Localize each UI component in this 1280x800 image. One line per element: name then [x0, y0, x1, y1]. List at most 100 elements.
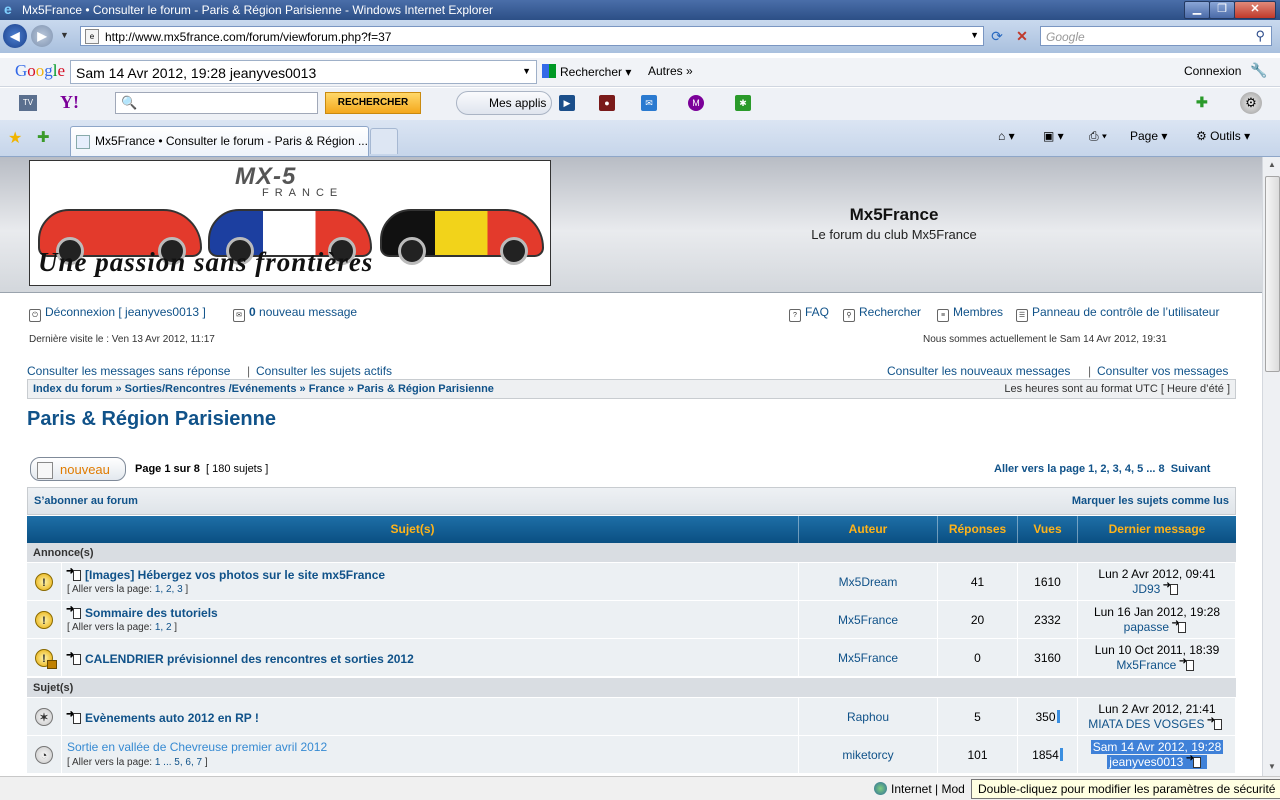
feeds-icon[interactable]: ▣ ▾: [1043, 129, 1064, 143]
window-titlebar: e Mx5France • Consulter le forum - Paris…: [0, 0, 1280, 20]
yahoo-logo[interactable]: Y!: [60, 92, 79, 113]
members-link[interactable]: ≡ Membres: [937, 305, 1003, 322]
topic-author[interactable]: Mx5France: [799, 639, 938, 677]
pagination[interactable]: Aller vers la page 1, 2, 3, 4, 5 ... 8 S…: [994, 463, 1210, 475]
subscribe-link[interactable]: S’abonner au forum: [34, 495, 138, 507]
wrench-icon[interactable]: 🔧: [1250, 62, 1267, 79]
topic-title[interactable]: Sortie en vallée de Chevreuse premier av…: [67, 740, 327, 754]
search-icon: 🔍: [121, 95, 138, 110]
unanswered-posts-link[interactable]: Consulter les messages sans réponse: [27, 364, 230, 378]
video-icon[interactable]: ▶: [559, 95, 575, 111]
forum-actions-bar: S’abonner au forum Marquer les sujets co…: [27, 487, 1236, 515]
chevron-down-icon[interactable]: ▼: [970, 30, 979, 40]
add-favorites-icon[interactable]: ✚: [37, 128, 50, 146]
view-latest-icon[interactable]: [1179, 656, 1194, 671]
view-latest-icon[interactable]: [1163, 580, 1178, 595]
site-description: Le forum du club Mx5France: [811, 227, 977, 242]
history-dropdown-icon[interactable]: ▼: [60, 30, 69, 40]
messenger-icon[interactable]: M: [688, 95, 704, 111]
mail-icon[interactable]: ✉: [641, 95, 657, 111]
site-logo[interactable]: MX-5 FRANCE Une passion sans frontières: [29, 160, 551, 286]
your-posts-link[interactable]: Consulter vos messages: [1097, 364, 1228, 378]
table-row: ! Sommaire des tutoriels [ Aller vers la…: [27, 601, 1236, 639]
tools-menu[interactable]: ⚙ Outils ▾: [1196, 129, 1250, 143]
google-more-button[interactable]: Autres »: [648, 64, 693, 78]
search-link[interactable]: ⚲ Rechercher: [843, 305, 921, 322]
scroll-up-icon[interactable]: ▲: [1264, 157, 1280, 173]
breadcrumb[interactable]: Index du forum » Sorties/Rencontres /Evé…: [33, 383, 494, 395]
scroll-down-icon[interactable]: ▼: [1264, 759, 1280, 775]
topic-title[interactable]: Sommaire des tutoriels: [66, 604, 218, 620]
faq-link[interactable]: ? FAQ: [789, 305, 829, 322]
view-latest-icon[interactable]: [1171, 618, 1187, 633]
mark-read-link[interactable]: Marquer les sujets comme lus: [1072, 495, 1229, 507]
page-menu[interactable]: Page ▾: [1130, 129, 1167, 143]
address-bar[interactable]: e http://www.mx5france.com/forum/viewfor…: [80, 26, 984, 46]
logout-link[interactable]: ⏻ Déconnexion [ jeanyves0013 ]: [29, 305, 206, 322]
google-search-button[interactable]: Rechercher ▾: [542, 64, 631, 79]
minimize-button[interactable]: ▁: [1184, 1, 1210, 19]
forum-title[interactable]: Paris & Région Parisienne: [27, 408, 276, 431]
topic-pagination[interactable]: [ Aller vers la page: 1 ... 5, 6, 7 ]: [67, 757, 208, 768]
navigation-bar: ◀ ▶ ▼ e http://www.mx5france.com/forum/v…: [0, 20, 1280, 53]
tv-icon[interactable]: TV: [19, 95, 37, 111]
favorites-star-icon[interactable]: ★: [8, 128, 22, 148]
site-header: MX-5 FRANCE Une passion sans frontières …: [0, 157, 1262, 293]
vertical-scrollbar[interactable]: ▲ ▼: [1262, 157, 1280, 776]
topic-title[interactable]: Evènements auto 2012 en RP !: [66, 709, 259, 725]
back-button[interactable]: ◀: [3, 24, 27, 48]
active-topics-link[interactable]: Consulter les sujets actifs: [256, 364, 392, 378]
yahoo-search-input[interactable]: 🔍: [115, 92, 318, 114]
yahoo-toolbar: TV Y! 🔍 RECHERCHER Mes applis ▶ ● ✉ M ✱ …: [0, 88, 1280, 121]
new-tab-button[interactable]: [370, 128, 398, 154]
gear-icon[interactable]: ⚙: [1240, 92, 1262, 114]
print-icon[interactable]: ⎙ ▾: [1089, 129, 1107, 144]
new-posts-link[interactable]: Consulter les nouveaux messages: [887, 364, 1070, 378]
topic-title[interactable]: [Images] Hébergez vos photos sur le site…: [66, 566, 385, 582]
topic-views: 2332: [1018, 601, 1078, 639]
puzzle-icon[interactable]: ✱: [735, 95, 751, 111]
stop-icon[interactable]: ✕: [1013, 27, 1031, 45]
yahoo-search-button[interactable]: RECHERCHER: [325, 92, 421, 114]
topic-author[interactable]: Mx5France: [799, 601, 938, 639]
globe-icon: [874, 782, 887, 795]
view-latest-icon[interactable]: [1186, 753, 1201, 768]
browser-search-input[interactable]: Google ⚲: [1040, 26, 1272, 46]
breadcrumb-bar: Index du forum » Sorties/Rencontres /Evé…: [27, 379, 1236, 399]
add-icon[interactable]: ✚: [1196, 94, 1208, 111]
new-messages-link[interactable]: ✉ 0 nouveau message: [233, 305, 357, 322]
tab-active[interactable]: Mx5France • Consulter le forum - Paris &…: [70, 126, 369, 156]
topic-author[interactable]: Raphou: [799, 698, 938, 736]
next-page-link[interactable]: Suivant: [1171, 463, 1211, 475]
google-toolbar: Google Sam 14 Avr 2012, 19:28 jeanyves00…: [0, 58, 1280, 87]
topic-pagination[interactable]: [ Aller vers la page: 1, 2, 3 ]: [67, 584, 188, 595]
apps-button[interactable]: Mes applis: [456, 91, 552, 115]
timezone-info: Les heures sont au format UTC [ Heure d’…: [1004, 383, 1230, 395]
refresh-icon[interactable]: ⟳: [988, 27, 1006, 45]
google-login-link[interactable]: Connexion: [1184, 64, 1241, 78]
security-zone[interactable]: Internet | Mod: [874, 782, 965, 796]
maximize-button[interactable]: ❐: [1209, 1, 1235, 19]
new-post-icon: [66, 650, 81, 665]
topic-pagination[interactable]: [ Aller vers la page: 1, 2 ]: [67, 622, 177, 633]
google-logo: Google: [15, 61, 66, 80]
home-icon[interactable]: ⌂ ▾: [998, 129, 1015, 143]
view-latest-icon[interactable]: [1207, 715, 1222, 730]
new-post-icon: [66, 709, 81, 724]
topic-author[interactable]: miketorcy: [799, 736, 938, 774]
search-icon[interactable]: ⚲: [1255, 28, 1265, 44]
user-control-panel-link[interactable]: ☰ Panneau de contrôle de l’utilisateur: [1016, 305, 1219, 322]
topic-replies: 20: [938, 601, 1018, 639]
close-button[interactable]: ✕: [1234, 1, 1276, 19]
topic-title[interactable]: CALENDRIER prévisionnel des rencontres e…: [66, 650, 414, 666]
new-topic-button[interactable]: nouveau: [30, 457, 126, 481]
google-query-input[interactable]: Sam 14 Avr 2012, 19:28 jeanyves0013 ▼: [70, 60, 537, 84]
record-icon[interactable]: ●: [599, 95, 615, 111]
separator: |: [247, 364, 251, 378]
announcement-icon: !: [35, 611, 53, 629]
topic-author[interactable]: Mx5Dream: [799, 563, 938, 601]
scrollbar-thumb[interactable]: [1265, 176, 1280, 372]
chevron-down-icon[interactable]: ▼: [522, 66, 531, 76]
site-title: Mx5France: [849, 205, 939, 224]
forward-button[interactable]: ▶: [31, 25, 53, 47]
